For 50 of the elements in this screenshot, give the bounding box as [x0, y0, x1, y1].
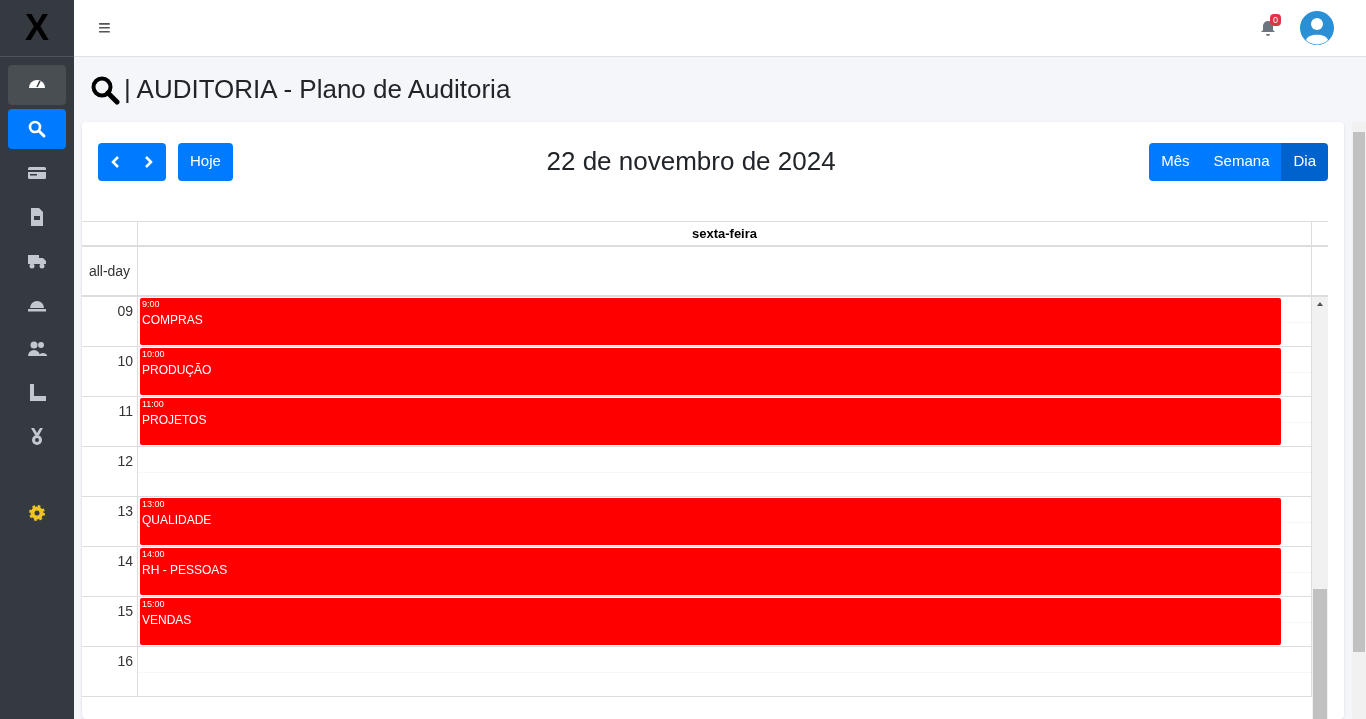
- event-title: COMPRAS: [142, 312, 204, 328]
- sidebar-item[interactable]: [8, 109, 66, 149]
- logo: X: [25, 10, 49, 46]
- event-time: 9:00: [142, 298, 161, 310]
- event-time: 11:00: [142, 398, 165, 410]
- view-tab[interactable]: Dia: [1281, 142, 1328, 181]
- hour-label: 12: [117, 452, 133, 471]
- hour-label: 14: [117, 552, 133, 571]
- chevron-left-icon: [110, 154, 120, 169]
- event-title: PRODUÇÃO: [142, 362, 213, 378]
- scrollbar[interactable]: [1312, 297, 1328, 719]
- hour-label: 15: [117, 602, 133, 621]
- sidebar-item[interactable]: [8, 65, 66, 105]
- view-tab[interactable]: Mês: [1149, 142, 1202, 181]
- scrollbar-thumb[interactable]: [1313, 589, 1327, 719]
- event-time: 10:00: [142, 348, 166, 360]
- event-time: 15:00: [142, 598, 166, 610]
- event-title: VENDAS: [142, 612, 193, 628]
- page-title: | AUDITORIA - Plano de Auditoria: [124, 73, 511, 106]
- ruler-icon: [27, 383, 47, 403]
- hour-label: 13: [117, 502, 133, 521]
- calendar-event[interactable]: 9:00 COMPRAS: [140, 298, 1281, 345]
- hour-label: 10: [117, 352, 133, 371]
- calendar-event[interactable]: 11:00 PROJETOS: [140, 398, 1281, 445]
- hour-label: 09: [117, 302, 133, 321]
- event-title: QUALIDADE: [142, 512, 213, 528]
- avatar-icon[interactable]: [1300, 11, 1334, 45]
- event-time: 14:00: [142, 548, 166, 560]
- calendar-event[interactable]: 10:00 PRODUÇÃO: [140, 348, 1281, 395]
- chevron-right-icon: [144, 154, 154, 169]
- search-icon: [90, 74, 120, 105]
- search-icon: [27, 119, 47, 139]
- calendar-event[interactable]: 15:00 VENDAS: [140, 598, 1281, 645]
- event-title: PROJETOS: [142, 412, 208, 428]
- today-button[interactable]: Hoje: [178, 142, 233, 181]
- menu-button[interactable]: ≡: [90, 17, 119, 39]
- hour-label: 11: [118, 402, 133, 421]
- event-time: 13:00: [142, 498, 166, 510]
- hour-label: 16: [117, 652, 133, 671]
- settings-icon: [27, 503, 47, 523]
- calendar-date: 22 de novembro de 2024: [546, 145, 836, 178]
- all-day-label: all-day: [82, 247, 138, 295]
- calendar-event[interactable]: 14:00 RH - PESSOAS: [140, 548, 1281, 595]
- users-icon: [27, 339, 47, 359]
- view-tab[interactable]: Semana: [1201, 142, 1282, 181]
- day-header: sexta-feira: [138, 222, 1312, 245]
- notification-badge: 0: [1270, 14, 1281, 26]
- calendar-event[interactable]: 13:00 QUALIDADE: [140, 498, 1281, 545]
- event-title: RH - PESSOAS: [142, 562, 229, 578]
- page-scrollbar[interactable]: [1352, 122, 1366, 719]
